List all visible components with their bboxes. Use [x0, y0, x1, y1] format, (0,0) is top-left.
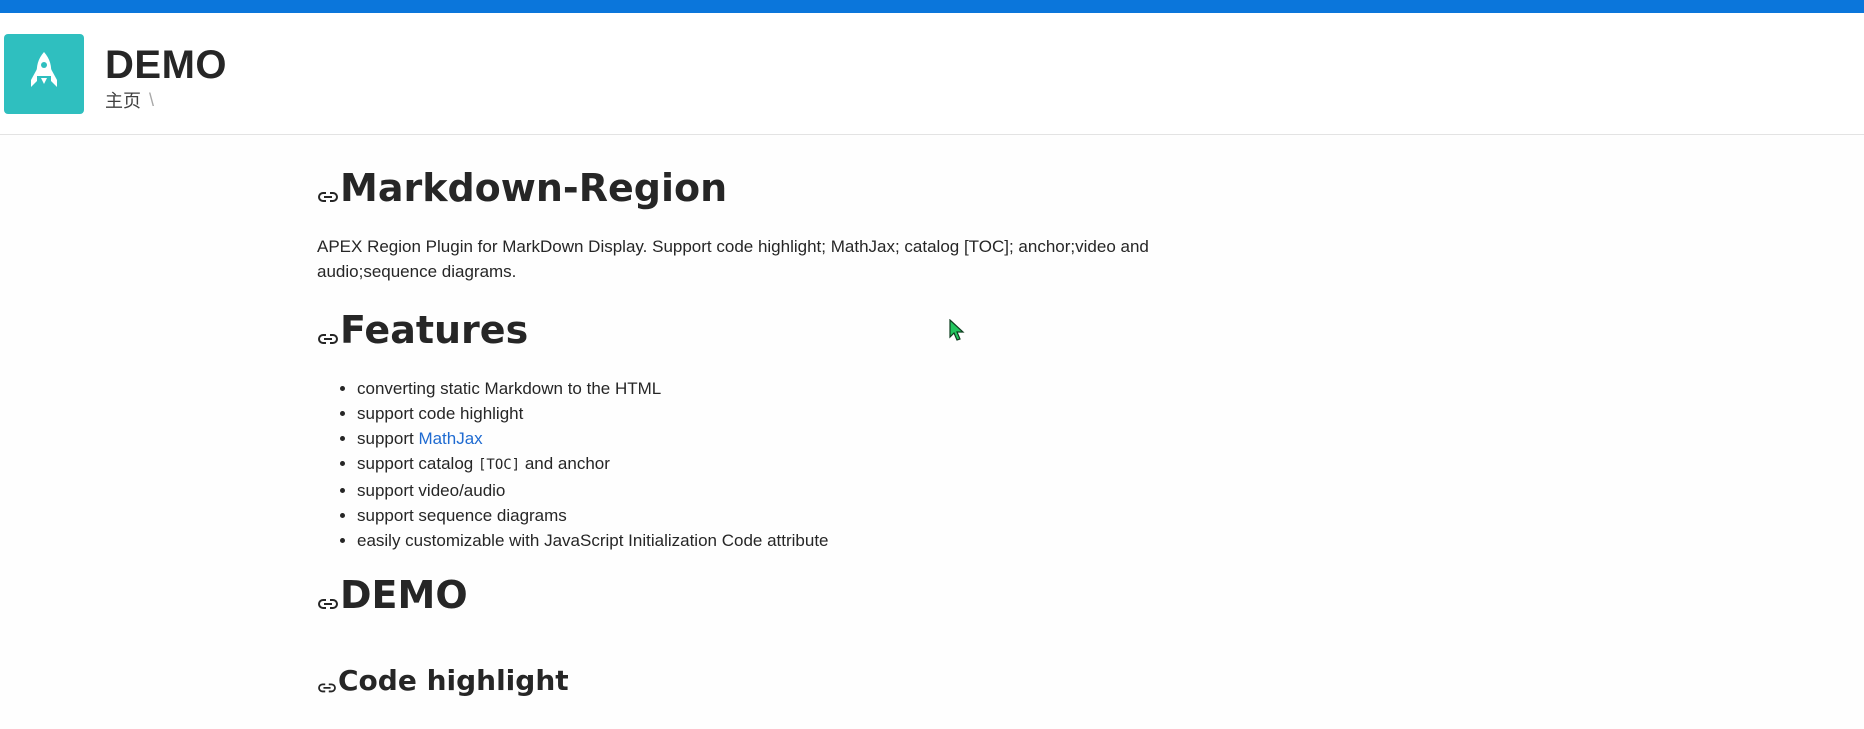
rocket-icon	[27, 50, 61, 99]
description-text: APEX Region Plugin for MarkDown Display.…	[317, 237, 1149, 281]
inline-code: [TOC]	[477, 457, 521, 473]
list-item: support catalog [TOC] and anchor	[357, 451, 1197, 478]
heading-text: Features	[340, 308, 529, 352]
link-icon[interactable]	[317, 329, 339, 347]
app-title: DEMO	[105, 43, 227, 87]
link-icon[interactable]	[317, 187, 339, 205]
list-item-text: support	[357, 429, 419, 448]
heading-text: Markdown-Region	[340, 166, 728, 210]
heading-features: Features	[317, 305, 1197, 355]
list-item-text: support catalog	[357, 454, 478, 473]
heading-demo: DEMO	[317, 570, 1197, 620]
link-icon[interactable]	[317, 594, 339, 612]
list-item: support MathJax	[357, 426, 1197, 451]
list-item: support video/audio	[357, 478, 1197, 503]
heading-markdown-region: Markdown-Region	[317, 163, 1197, 213]
breadcrumb: 主页 \	[105, 87, 154, 113]
page-header: DEMO 主页 \	[0, 13, 1864, 135]
features-list: converting static Markdown to the HTML s…	[317, 376, 1197, 553]
list-item: support sequence diagrams	[357, 503, 1197, 528]
app-logo[interactable]	[4, 34, 84, 114]
markdown-region: Markdown-Region APEX Region Plugin for M…	[317, 140, 1197, 701]
breadcrumb-separator: \	[149, 89, 155, 110]
mathjax-link[interactable]: MathJax	[418, 429, 482, 448]
link-icon[interactable]	[317, 679, 337, 695]
list-item: support code highlight	[357, 401, 1197, 426]
heading-code-highlight: Code highlight	[317, 661, 1197, 701]
heading-text: Code highlight	[338, 664, 569, 697]
heading-text: DEMO	[340, 573, 468, 617]
breadcrumb-home-link[interactable]: 主页	[105, 87, 141, 113]
list-item-text: and anchor	[520, 454, 610, 473]
list-item: converting static Markdown to the HTML	[357, 376, 1197, 401]
list-item: easily customizable with JavaScript Init…	[357, 528, 1197, 553]
top-accent-bar	[0, 0, 1864, 13]
mouse-cursor-icon	[949, 318, 965, 343]
